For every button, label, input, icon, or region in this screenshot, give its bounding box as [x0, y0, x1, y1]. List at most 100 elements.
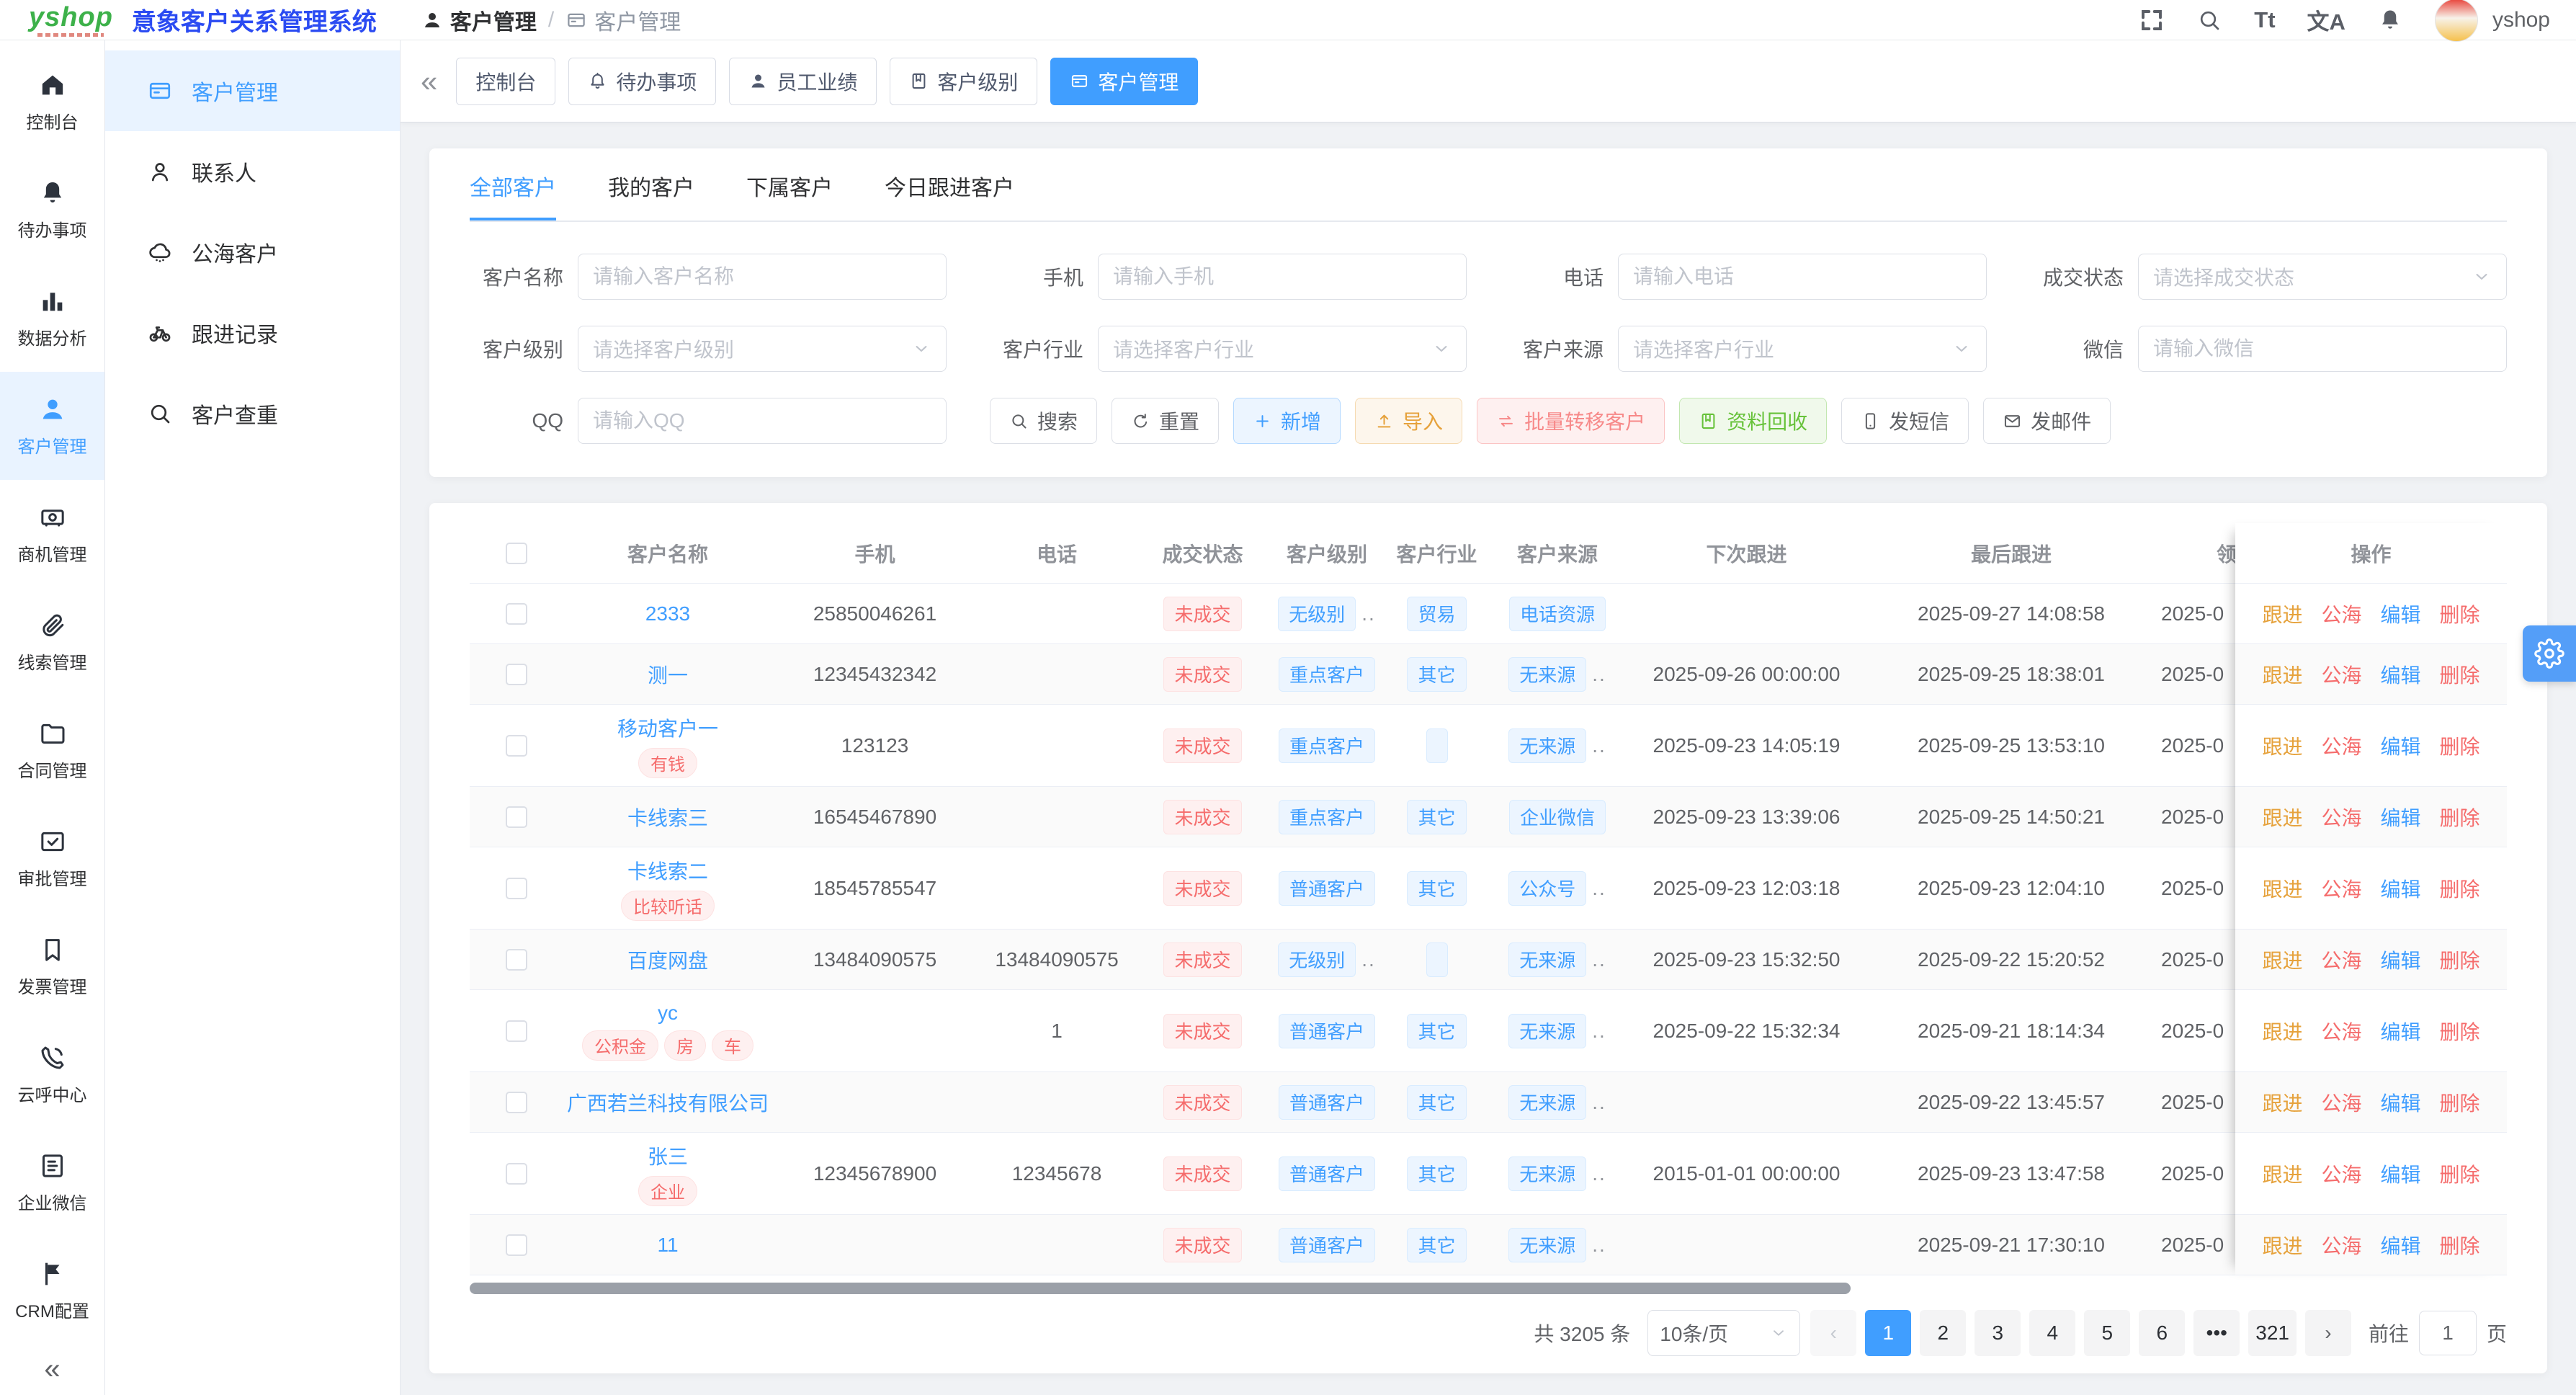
op-sea-link[interactable]: 公海 [2321, 945, 2361, 974]
book-button[interactable]: 资料回收 [1679, 398, 1827, 444]
op-edit-link[interactable]: 编辑 [2381, 945, 2421, 974]
page-button[interactable]: 4 [2029, 1310, 2075, 1356]
page-button[interactable]: 3 [1975, 1310, 2021, 1356]
submenu-item-search[interactable]: 客户查重 [105, 373, 400, 454]
op-follow-link[interactable]: 跟进 [2262, 945, 2302, 974]
row-checkbox[interactable] [506, 603, 527, 625]
upload-button[interactable]: 导入 [1355, 398, 1462, 444]
page-button[interactable]: 2 [1920, 1310, 1966, 1356]
sidebar-item-bell[interactable]: 待办事项 [0, 156, 104, 264]
filter-input[interactable] [578, 254, 947, 300]
op-edit-link[interactable]: 编辑 [2381, 600, 2421, 628]
op-edit-link[interactable]: 编辑 [2381, 731, 2421, 760]
customer-name-link[interactable]: 百度网盘 [627, 945, 708, 974]
sidebar-item-doc[interactable]: 企业微信 [0, 1128, 104, 1236]
customer-name-link[interactable]: 移动客户一 [617, 713, 718, 742]
op-delete-link[interactable]: 删除 [2440, 1231, 2480, 1260]
tab-chip[interactable]: 客户级别 [890, 58, 1037, 105]
refresh-button[interactable]: 重置 [1112, 398, 1219, 444]
row-checkbox[interactable] [506, 1092, 527, 1113]
transfer-button[interactable]: 批量转移客户 [1477, 398, 1665, 444]
fullscreen-button[interactable] [2139, 7, 2165, 33]
row-checkbox[interactable] [506, 806, 527, 828]
avatar[interactable] [2435, 0, 2478, 42]
op-delete-link[interactable]: 删除 [2440, 803, 2480, 832]
row-checkbox[interactable] [506, 735, 527, 757]
app-logo[interactable]: yshop [29, 4, 113, 37]
op-follow-link[interactable]: 跟进 [2262, 803, 2302, 832]
next-page-button[interactable]: › [2305, 1310, 2351, 1356]
breadcrumb-item[interactable]: 客户管理 [565, 4, 681, 36]
op-sea-link[interactable]: 公海 [2321, 1088, 2361, 1117]
filter-input[interactable] [578, 398, 947, 444]
op-edit-link[interactable]: 编辑 [2381, 874, 2421, 903]
op-edit-link[interactable]: 编辑 [2381, 1088, 2421, 1117]
op-sea-link[interactable]: 公海 [2321, 660, 2361, 689]
customer-name-link[interactable]: yc [658, 1002, 678, 1025]
column-settings-button[interactable] [2523, 625, 2576, 682]
sidebar-collapse-button[interactable]: « [0, 1353, 104, 1395]
select-all-checkbox[interactable] [506, 543, 527, 564]
op-follow-link[interactable]: 跟进 [2262, 600, 2302, 628]
filter-select[interactable]: 请选择客户行业 [1618, 326, 1987, 372]
submenu-item-cloud[interactable]: 公海客户 [105, 212, 400, 293]
sidebar-item-approve[interactable]: 审批管理 [0, 804, 104, 912]
search-button[interactable]: 搜索 [990, 398, 1097, 444]
sidebar-item-clip[interactable]: 线索管理 [0, 588, 104, 696]
submenu-item-card[interactable]: 客户管理 [105, 50, 400, 131]
customer-name-link[interactable]: 张三 [648, 1141, 688, 1170]
view-tab[interactable]: 今日跟进客户 [885, 170, 1014, 220]
row-checkbox[interactable] [506, 878, 527, 899]
op-sea-link[interactable]: 公海 [2321, 731, 2361, 760]
row-checkbox[interactable] [506, 664, 527, 685]
op-delete-link[interactable]: 删除 [2440, 1017, 2480, 1046]
tab-chip[interactable]: 待办事项 [568, 58, 716, 105]
tabs-collapse-icon[interactable]: « [421, 66, 437, 97]
op-edit-link[interactable]: 编辑 [2381, 660, 2421, 689]
op-delete-link[interactable]: 删除 [2440, 945, 2480, 974]
scrollbar-thumb[interactable] [470, 1283, 1851, 1294]
page-size-select[interactable]: 10条/页 [1647, 1310, 1800, 1356]
row-checkbox[interactable] [506, 1020, 527, 1042]
op-sea-link[interactable]: 公海 [2321, 600, 2361, 628]
sidebar-item-home[interactable]: 控制台 [0, 48, 104, 156]
op-delete-link[interactable]: 删除 [2440, 1088, 2480, 1117]
sidebar-item-folder[interactable]: 合同管理 [0, 696, 104, 804]
customer-name-link[interactable]: 卡线索三 [627, 803, 708, 832]
tab-chip[interactable]: 控制台 [456, 58, 555, 105]
customer-name-link[interactable]: 测一 [648, 660, 688, 689]
sidebar-item-cash[interactable]: 商机管理 [0, 480, 104, 588]
page-button[interactable]: 5 [2084, 1310, 2130, 1356]
row-checkbox[interactable] [506, 1234, 527, 1256]
view-tab[interactable]: 我的客户 [608, 170, 694, 220]
row-checkbox[interactable] [506, 949, 527, 971]
tab-chip[interactable]: 客户管理 [1050, 58, 1198, 105]
op-edit-link[interactable]: 编辑 [2381, 1159, 2421, 1188]
page-button[interactable]: 321 [2248, 1310, 2297, 1356]
op-delete-link[interactable]: 删除 [2440, 874, 2480, 903]
page-button[interactable]: 1 [1865, 1310, 1911, 1356]
sidebar-item-chart[interactable]: 数据分析 [0, 264, 104, 372]
filter-input[interactable] [2138, 326, 2507, 372]
sidebar-item-user[interactable]: 客户管理 [0, 372, 104, 480]
op-delete-link[interactable]: 删除 [2440, 731, 2480, 760]
sidebar-item-bookmark[interactable]: 发票管理 [0, 912, 104, 1020]
op-sea-link[interactable]: 公海 [2321, 1017, 2361, 1046]
filter-select[interactable]: 请选择客户级别 [578, 326, 947, 372]
op-follow-link[interactable]: 跟进 [2262, 874, 2302, 903]
op-sea-link[interactable]: 公海 [2321, 1159, 2361, 1188]
op-follow-link[interactable]: 跟进 [2262, 1159, 2302, 1188]
sms-button[interactable]: 发短信 [1841, 398, 1969, 444]
filter-select[interactable]: 请选择成交状态 [2138, 254, 2507, 300]
page-button[interactable]: 6 [2139, 1310, 2185, 1356]
op-follow-link[interactable]: 跟进 [2262, 1088, 2302, 1117]
prev-page-button[interactable]: ‹ [1810, 1310, 1856, 1356]
filter-input[interactable] [1098, 254, 1467, 300]
op-follow-link[interactable]: 跟进 [2262, 1231, 2302, 1260]
view-tab[interactable]: 全部客户 [470, 170, 556, 220]
op-delete-link[interactable]: 删除 [2440, 660, 2480, 689]
translate-button[interactable]: 文A [2307, 4, 2345, 36]
customer-name-link[interactable]: 卡线索二 [627, 856, 708, 885]
bell-button[interactable] [2377, 7, 2403, 33]
op-follow-link[interactable]: 跟进 [2262, 660, 2302, 689]
